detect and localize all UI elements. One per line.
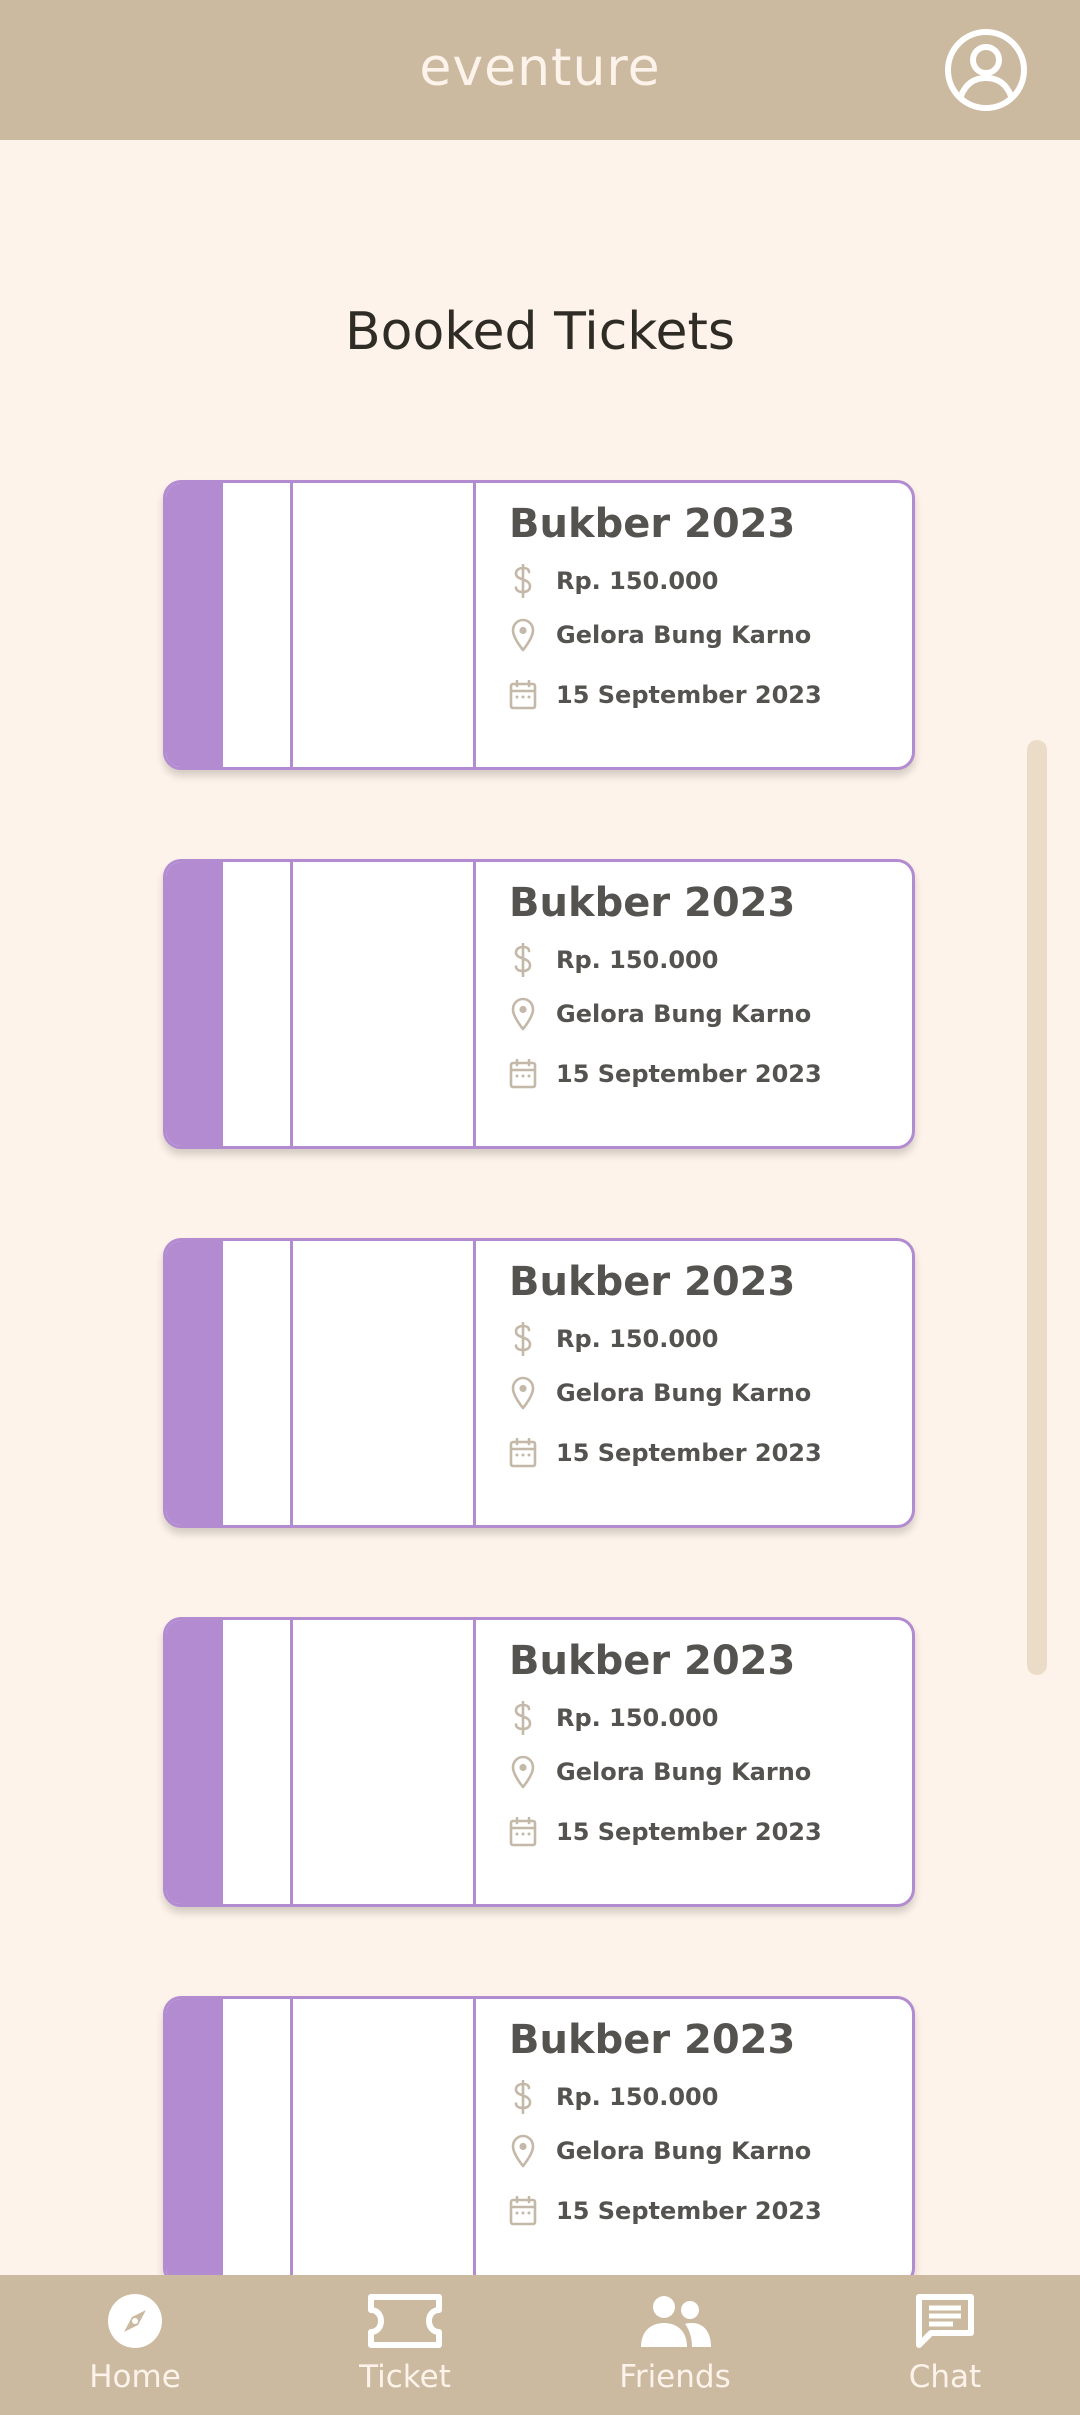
- ticket-location-row: Gelora Bung Karno: [509, 1373, 811, 1413]
- ticket-icon: [270, 2289, 540, 2353]
- location-pin-icon: [509, 2134, 537, 2168]
- ticket-price-row: Rp. 150.000: [509, 1319, 718, 1359]
- location-pin-icon: [509, 997, 537, 1031]
- ticket-stripe: [166, 1620, 223, 1904]
- ticket-divider: [290, 862, 293, 1146]
- profile-button[interactable]: [944, 28, 1028, 112]
- ticket-divider: [290, 1241, 293, 1525]
- ticket-title: Bukber 2023: [509, 880, 796, 926]
- ticket-divider: [473, 1241, 476, 1525]
- ticket-date-row: 15 September 2023: [509, 1812, 822, 1852]
- app-screen: Booked Tickets Bukber 2023 Rp. 150.000 G…: [0, 0, 1080, 2415]
- nav-label: Friends: [619, 2359, 731, 2395]
- ticket-date-row: 15 September 2023: [509, 2191, 822, 2231]
- ticket-divider: [473, 1999, 476, 2275]
- ticket-date: 15 September 2023: [556, 1060, 822, 1088]
- ticket-location: Gelora Bung Karno: [556, 1000, 812, 1028]
- ticket-price: Rp. 150.000: [556, 567, 719, 595]
- ticket-divider: [290, 483, 293, 767]
- nav-label: Chat: [908, 2359, 982, 2395]
- people-icon: [540, 2289, 810, 2353]
- ticket-price-row: Rp. 150.000: [509, 2077, 718, 2117]
- ticket-date: 15 September 2023: [556, 1439, 822, 1467]
- ticket-price-row: Rp. 150.000: [509, 561, 718, 601]
- page-title: Booked Tickets: [344, 302, 736, 362]
- ticket-info: Bukber 2023 Rp. 150.000 Gelora Bung Karn…: [509, 499, 902, 710]
- app-header: eventure: [0, 0, 1080, 140]
- ticket-info: Bukber 2023 Rp. 150.000 Gelora Bung Karn…: [509, 1257, 902, 1468]
- ticket-card[interactable]: Bukber 2023 Rp. 150.000 Gelora Bung Karn…: [163, 480, 915, 770]
- ticket-location-row: Gelora Bung Karno: [509, 994, 811, 1034]
- ticket-location: Gelora Bung Karno: [556, 1379, 812, 1407]
- dollar-icon: [509, 943, 537, 977]
- ticket-location-row: Gelora Bung Karno: [509, 2131, 811, 2171]
- ticket-stripe: [166, 483, 223, 767]
- ticket-title: Bukber 2023: [509, 1638, 796, 1684]
- ticket-location-row: Gelora Bung Karno: [509, 1752, 811, 1792]
- ticket-date: 15 September 2023: [556, 2197, 822, 2225]
- bottom-nav: Home Ticket Friends Chat: [0, 2275, 1080, 2415]
- dollar-icon: [509, 564, 537, 598]
- nav-item-home[interactable]: Home: [0, 2275, 270, 2415]
- ticket-stripe: [166, 1999, 223, 2275]
- ticket-divider: [473, 483, 476, 767]
- calendar-icon: [509, 1436, 537, 1470]
- calendar-icon: [509, 2194, 537, 2228]
- dollar-icon: [509, 1701, 537, 1735]
- location-pin-icon: [509, 1376, 537, 1410]
- ticket-date-row: 15 September 2023: [509, 675, 822, 715]
- scrollbar[interactable]: [1027, 740, 1047, 1675]
- ticket-location: Gelora Bung Karno: [556, 2137, 812, 2165]
- nav-item-friends[interactable]: Friends: [540, 2275, 810, 2415]
- ticket-stripe: [166, 1241, 223, 1525]
- ticket-divider: [290, 1999, 293, 2275]
- ticket-location-row: Gelora Bung Karno: [509, 615, 811, 655]
- calendar-icon: [509, 1057, 537, 1091]
- ticket-title: Bukber 2023: [509, 501, 796, 547]
- ticket-divider: [473, 862, 476, 1146]
- ticket-title: Bukber 2023: [509, 2017, 796, 2063]
- calendar-icon: [509, 678, 537, 712]
- ticket-price-row: Rp. 150.000: [509, 940, 718, 980]
- ticket-date: 15 September 2023: [556, 1818, 822, 1846]
- ticket-card[interactable]: Bukber 2023 Rp. 150.000 Gelora Bung Karn…: [163, 1238, 915, 1528]
- ticket-list[interactable]: Booked Tickets Bukber 2023 Rp. 150.000 G…: [0, 0, 1080, 2275]
- user-circle-icon: [945, 29, 1027, 111]
- ticket-card[interactable]: Bukber 2023 Rp. 150.000 Gelora Bung Karn…: [163, 1617, 915, 1907]
- compass-icon: [0, 2289, 270, 2353]
- ticket-price-row: Rp. 150.000: [509, 1698, 718, 1738]
- ticket-price: Rp. 150.000: [556, 946, 719, 974]
- ticket-stripe: [166, 862, 223, 1146]
- ticket-card[interactable]: Bukber 2023 Rp. 150.000 Gelora Bung Karn…: [163, 859, 915, 1149]
- app-brand: eventure: [419, 38, 661, 98]
- ticket-info: Bukber 2023 Rp. 150.000 Gelora Bung Karn…: [509, 2015, 902, 2226]
- ticket-date-row: 15 September 2023: [509, 1433, 822, 1473]
- ticket-date-row: 15 September 2023: [509, 1054, 822, 1094]
- nav-label: Ticket: [359, 2359, 451, 2395]
- nav-item-ticket[interactable]: Ticket: [270, 2275, 540, 2415]
- ticket-location: Gelora Bung Karno: [556, 1758, 812, 1786]
- ticket-price: Rp. 150.000: [556, 1704, 719, 1732]
- ticket-location: Gelora Bung Karno: [556, 621, 812, 649]
- ticket-title: Bukber 2023: [509, 1259, 796, 1305]
- ticket-price: Rp. 150.000: [556, 1325, 719, 1353]
- nav-label: Home: [89, 2359, 181, 2395]
- calendar-icon: [509, 1815, 537, 1849]
- ticket-info: Bukber 2023 Rp. 150.000 Gelora Bung Karn…: [509, 1636, 902, 1847]
- dollar-icon: [509, 2080, 537, 2114]
- ticket-card[interactable]: Bukber 2023 Rp. 150.000 Gelora Bung Karn…: [163, 1996, 915, 2275]
- chat-icon: [810, 2289, 1080, 2353]
- ticket-divider: [473, 1620, 476, 1904]
- dollar-icon: [509, 1322, 537, 1356]
- location-pin-icon: [509, 1755, 537, 1789]
- ticket-info: Bukber 2023 Rp. 150.000 Gelora Bung Karn…: [509, 878, 902, 1089]
- ticket-price: Rp. 150.000: [556, 2083, 719, 2111]
- nav-item-chat[interactable]: Chat: [810, 2275, 1080, 2415]
- ticket-date: 15 September 2023: [556, 681, 822, 709]
- ticket-divider: [290, 1620, 293, 1904]
- location-pin-icon: [509, 618, 537, 652]
